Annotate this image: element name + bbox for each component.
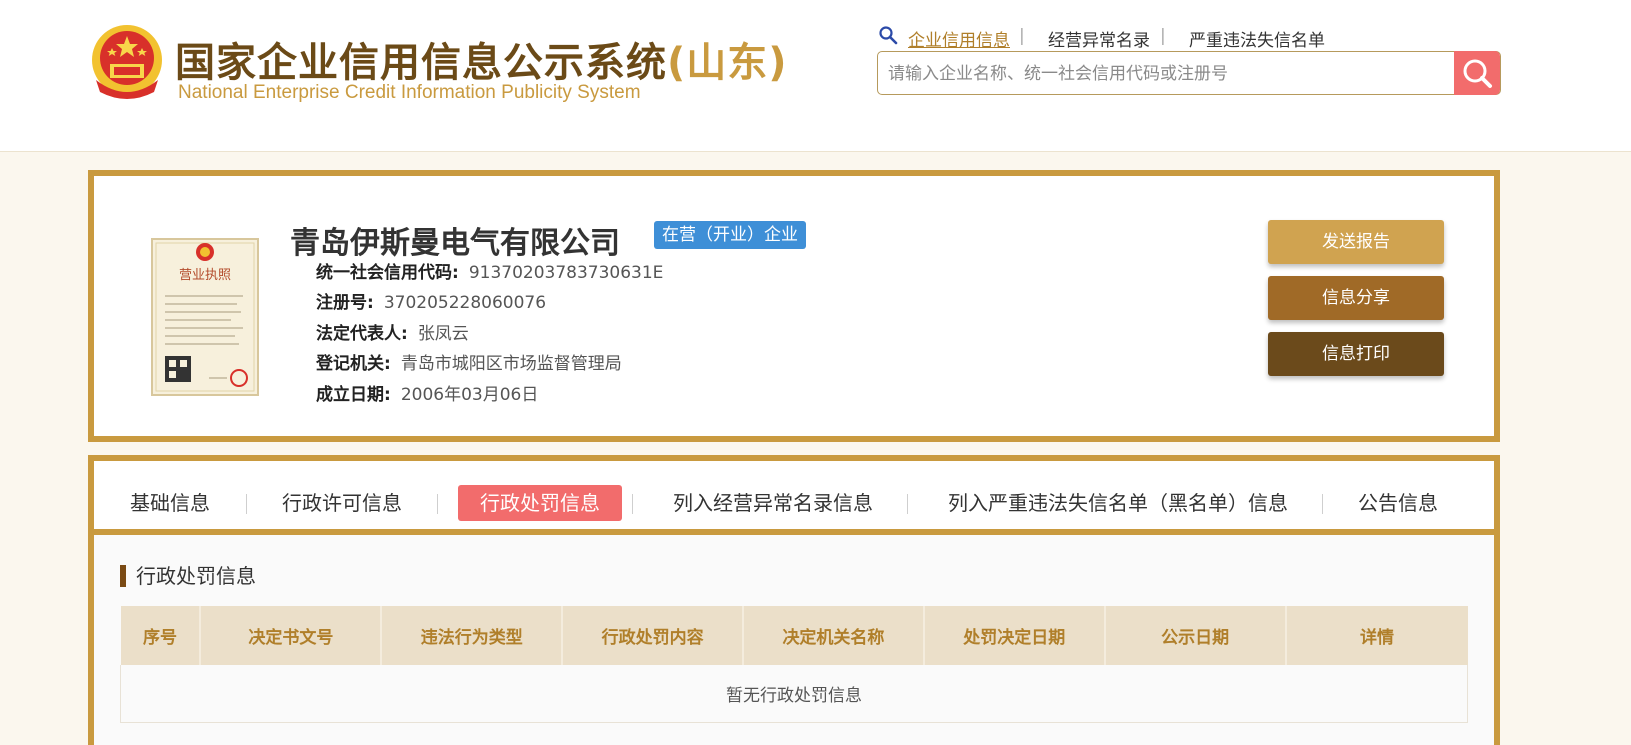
empty-state-text: 暂无行政处罚信息 <box>120 665 1468 723</box>
tab-separator <box>907 494 908 514</box>
site-subtitle: National Enterprise Credit Information P… <box>178 82 641 103</box>
tab-abnormal-list[interactable]: 列入经营异常名录信息 <box>651 485 895 521</box>
column-header: 序号 <box>120 606 202 665</box>
info-row-authority: 登记机关: 青岛市城阳区市场监督管理局 <box>316 349 622 374</box>
search-input[interactable] <box>886 57 1430 91</box>
send-report-button[interactable]: 发送报告 <box>1268 220 1444 264</box>
section-title: 行政处罚信息 <box>120 565 256 587</box>
info-row-credit-code: 统一社会信用代码: 91370203783730631E <box>316 258 663 283</box>
print-info-button[interactable]: 信息打印 <box>1268 332 1444 376</box>
detail-panel: 基础信息 行政许可信息 行政处罚信息 列入经营异常名录信息 列入严重违法失信名单… <box>88 455 1500 745</box>
info-value: 2006年03月06日 <box>400 385 539 405</box>
tab-blacklist[interactable]: 列入严重违法失信名单（黑名单）信息 <box>926 485 1310 521</box>
tab-separator <box>1322 494 1323 514</box>
search-button[interactable] <box>1454 51 1500 95</box>
column-header: 决定书文号 <box>200 606 383 665</box>
search-icon <box>1463 59 1492 88</box>
business-license-image: 营业执照 <box>151 238 259 396</box>
penalty-table: 序号 决定书文号 违法行为类型 行政处罚内容 决定机关名称 处罚决定日期 公示日… <box>120 606 1468 723</box>
info-label: 成立日期: <box>316 385 391 405</box>
info-row-established: 成立日期: 2006年03月06日 <box>316 380 538 405</box>
tab-announcements[interactable]: 公告信息 <box>1336 485 1460 521</box>
column-header: 详情 <box>1285 606 1468 665</box>
info-value: 370205228060076 <box>383 293 547 313</box>
column-header: 处罚决定日期 <box>923 606 1106 665</box>
table-header-row: 序号 决定书文号 违法行为类型 行政处罚内容 决定机关名称 处罚决定日期 公示日… <box>120 606 1468 665</box>
nav-separator: | <box>1160 26 1166 46</box>
info-label: 统一社会信用代码: <box>316 263 459 283</box>
table-row: 暂无行政处罚信息 <box>120 665 1468 723</box>
column-header: 公示日期 <box>1104 606 1287 665</box>
info-value: 青岛市城阳区市场监督管理局 <box>400 354 622 374</box>
info-label: 注册号: <box>316 293 374 313</box>
column-header: 违法行为类型 <box>381 606 564 665</box>
share-info-button[interactable]: 信息分享 <box>1268 276 1444 320</box>
site-title: 国家企业信用信息公示系统(山东) <box>175 40 788 86</box>
info-label: 法定代表人: <box>316 324 408 344</box>
nav-separator: | <box>1019 26 1025 46</box>
company-name: 青岛伊斯曼电气有限公司 <box>290 226 620 261</box>
company-card: 营业执照 青岛伊斯曼电气有限公司 在营（开业）企业 统一社会信用代码: 91370… <box>88 170 1500 442</box>
column-header: 行政处罚内容 <box>562 606 745 665</box>
tab-admin-penalty[interactable]: 行政处罚信息 <box>458 485 622 521</box>
tab-basic-info[interactable]: 基础信息 <box>108 485 232 521</box>
tab-separator <box>246 494 247 514</box>
info-row-legal-rep: 法定代表人: 张凤云 <box>316 319 469 344</box>
license-title: 营业执照 <box>179 268 231 283</box>
nav-link-blacklist[interactable]: 严重违法失信名单 <box>1189 26 1325 51</box>
tab-bar: 基础信息 行政许可信息 行政处罚信息 列入经营异常名录信息 列入严重违法失信名单… <box>94 461 1494 535</box>
national-emblem-icon <box>92 25 162 99</box>
info-label: 登记机关: <box>316 354 391 374</box>
info-value: 张凤云 <box>417 324 469 344</box>
tab-separator <box>632 494 633 514</box>
info-row-reg-number: 注册号: 370205228060076 <box>316 288 546 313</box>
nav-link-abnormal-list[interactable]: 经营异常名录 <box>1048 26 1150 51</box>
search-box <box>877 51 1501 95</box>
status-badge: 在营（开业）企业 <box>654 221 806 249</box>
tab-separator <box>437 494 438 514</box>
column-header: 决定机关名称 <box>743 606 925 665</box>
nav-link-enterprise-credit[interactable]: 企业信用信息 <box>908 26 1010 51</box>
tab-admin-license[interactable]: 行政许可信息 <box>260 485 424 521</box>
info-value: 91370203783730631E <box>468 263 664 283</box>
search-icon <box>879 26 898 45</box>
site-header: 国家企业信用信息公示系统(山东) National Enterprise Cre… <box>0 0 1631 152</box>
